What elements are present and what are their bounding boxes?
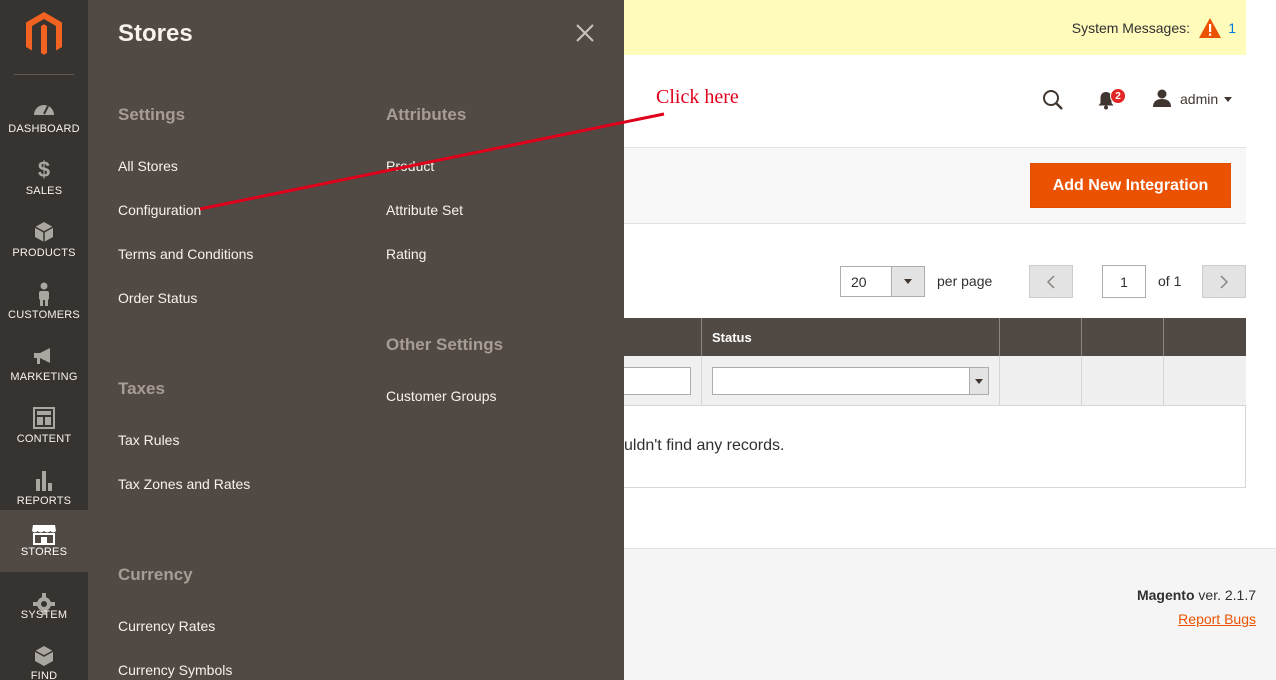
link-tax-rules[interactable]: Tax Rules bbox=[118, 432, 179, 448]
chevron-down-icon[interactable] bbox=[969, 368, 988, 394]
annotation-text: Click here bbox=[656, 86, 739, 108]
nav-item-dashboard[interactable]: Dashboard bbox=[0, 88, 88, 150]
storefront-icon bbox=[0, 522, 88, 546]
empty-records-message: uldn't find any records. bbox=[624, 437, 785, 454]
settings-heading: Settings bbox=[118, 105, 186, 124]
link-currency-symbols[interactable]: Currency Symbols bbox=[118, 662, 232, 678]
column-divider bbox=[999, 356, 1000, 406]
link-rating[interactable]: Rating bbox=[386, 246, 426, 262]
column-divider bbox=[1163, 318, 1164, 356]
nav-item-content[interactable]: Content bbox=[0, 398, 88, 460]
column-divider bbox=[1081, 356, 1082, 406]
link-tax-zones-and-rates[interactable]: Tax Zones and Rates bbox=[118, 476, 250, 492]
current-page-input[interactable] bbox=[1102, 265, 1146, 298]
column-divider bbox=[1081, 318, 1082, 356]
nav-label: Reports bbox=[16, 495, 72, 507]
link-terms-and-conditions[interactable]: Terms and Conditions bbox=[118, 246, 253, 262]
currency-heading: Currency bbox=[118, 565, 193, 584]
nav-item-find-partners[interactable]: Find Partners bbox=[0, 636, 88, 680]
link-product[interactable]: Product bbox=[386, 158, 434, 174]
chevron-right-icon bbox=[1220, 274, 1229, 289]
content-icon bbox=[0, 406, 88, 430]
nav-label: Marketing bbox=[10, 371, 78, 383]
per-page-select[interactable]: 20 bbox=[840, 266, 925, 297]
nav-label: System bbox=[20, 609, 68, 621]
per-page-value: 20 bbox=[851, 274, 867, 290]
per-page-label: per page bbox=[937, 273, 993, 289]
chevron-down-icon[interactable] bbox=[1224, 97, 1232, 102]
link-configuration[interactable]: Configuration bbox=[118, 202, 201, 218]
nav-item-sales[interactable]: $ Sales bbox=[0, 150, 88, 212]
cube-icon bbox=[0, 220, 88, 244]
magento-version: Magento ver. 2.1.7 bbox=[1137, 587, 1256, 603]
total-pages-label: of 1 bbox=[1158, 273, 1182, 289]
next-page-button[interactable] bbox=[1202, 265, 1246, 298]
magento-brand: Magento bbox=[1136, 587, 1195, 603]
link-order-status[interactable]: Order Status bbox=[118, 290, 197, 306]
link-currency-rates[interactable]: Currency Rates bbox=[118, 618, 215, 634]
admin-menu: Dashboard $ Sales Products Customers Mar… bbox=[0, 0, 88, 680]
nav-label: Customers bbox=[8, 309, 80, 321]
nav-item-marketing[interactable]: Marketing bbox=[0, 336, 88, 398]
nav-item-products[interactable]: Products bbox=[0, 212, 88, 274]
search-icon[interactable] bbox=[1042, 89, 1064, 111]
column-header-status[interactable]: Status bbox=[712, 330, 752, 345]
warning-icon[interactable] bbox=[1198, 17, 1222, 39]
link-attribute-set[interactable]: Attribute Set bbox=[386, 202, 463, 218]
chevron-down-icon[interactable] bbox=[891, 267, 924, 296]
chevron-left-icon bbox=[1046, 274, 1055, 289]
attributes-heading: Attributes bbox=[386, 105, 467, 124]
notifications-badge: 2 bbox=[1110, 88, 1126, 104]
name-filter-input[interactable] bbox=[624, 367, 691, 395]
add-new-integration-button[interactable]: Add New Integration bbox=[1030, 163, 1231, 208]
flyout-title: Stores bbox=[118, 20, 193, 47]
user-menu[interactable]: admin bbox=[1180, 91, 1218, 107]
column-divider bbox=[701, 318, 702, 356]
link-customer-groups[interactable]: Customer Groups bbox=[386, 388, 496, 404]
system-messages-count[interactable]: 1 bbox=[1228, 20, 1236, 36]
other-settings-heading: Other Settings bbox=[386, 335, 504, 354]
nav-label: Stores bbox=[20, 546, 68, 558]
person-icon bbox=[0, 282, 88, 306]
magento-logo[interactable] bbox=[0, 0, 88, 75]
nav-label: Find Partners bbox=[30, 670, 58, 680]
column-divider bbox=[701, 356, 702, 406]
report-bugs-link[interactable]: Report Bugs bbox=[1178, 611, 1256, 627]
megaphone-icon bbox=[0, 344, 88, 368]
dashboard-icon bbox=[0, 96, 88, 120]
version-text: ver. 2.1.7 bbox=[1194, 587, 1256, 603]
taxes-heading: Taxes bbox=[118, 379, 165, 398]
status-filter-select[interactable] bbox=[712, 367, 989, 395]
nav-label: Dashboard bbox=[8, 123, 80, 135]
column-divider bbox=[999, 318, 1000, 356]
link-all-stores[interactable]: All Stores bbox=[118, 158, 178, 174]
user-icon[interactable] bbox=[1152, 88, 1172, 108]
nav-label: Sales bbox=[25, 185, 63, 197]
system-messages-bar: System Messages: 1 bbox=[624, 0, 1246, 55]
nav-item-customers[interactable]: Customers bbox=[0, 274, 88, 336]
system-messages-label: System Messages: bbox=[1071, 20, 1190, 36]
close-icon[interactable] bbox=[574, 22, 596, 44]
dollar-icon: $ bbox=[37, 157, 51, 182]
logo-divider bbox=[14, 74, 74, 75]
nav-label: Products bbox=[12, 247, 76, 259]
nav-item-stores[interactable]: Stores bbox=[0, 510, 88, 572]
column-divider bbox=[1163, 356, 1164, 406]
stores-flyout-menu: Stores Settings All Stores Configuration… bbox=[88, 0, 624, 680]
box-icon bbox=[0, 644, 88, 668]
nav-label: Content bbox=[16, 433, 72, 445]
bar-chart-icon bbox=[0, 468, 88, 492]
previous-page-button[interactable] bbox=[1029, 265, 1073, 298]
